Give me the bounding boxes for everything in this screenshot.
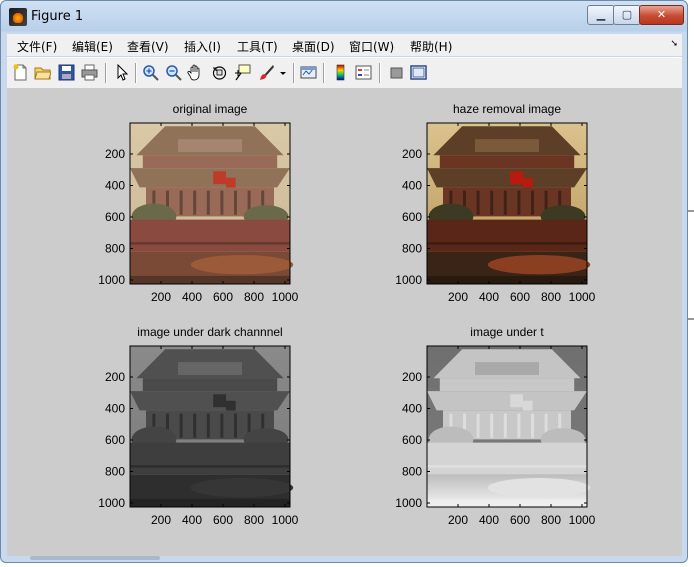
y-tick-label: 200 (105, 370, 125, 384)
y-tick-label: 800 (402, 465, 422, 479)
x-tick-label: 400 (182, 513, 202, 527)
x-tick-label: 400 (479, 513, 499, 527)
x-tick-label: 800 (244, 290, 264, 304)
x-tick-label: 400 (182, 290, 202, 304)
y-tick-label: 200 (402, 147, 422, 161)
y-tick-label: 1000 (98, 496, 125, 510)
subplot-axes[interactable]: image under t 200 400 600 800 1000 200 400 600 80… (395, 325, 595, 527)
x-tick-label: 1000 (569, 513, 596, 527)
x-tick-label: 600 (510, 513, 530, 527)
y-tick-label: 400 (105, 179, 125, 193)
subplot-image (427, 123, 591, 284)
y-tick-label: 200 (105, 147, 125, 161)
y-tick-label: 1000 (395, 496, 422, 510)
y-tick-label: 1000 (98, 273, 125, 287)
x-tick-label: 200 (448, 513, 468, 527)
subplot-image (130, 123, 294, 284)
x-tick-label: 800 (541, 513, 561, 527)
x-tick-label: 800 (244, 513, 264, 527)
x-tick-label: 600 (510, 290, 530, 304)
subplot-image (130, 346, 294, 507)
y-tick-label: 600 (105, 433, 125, 447)
y-tick-label: 600 (402, 433, 422, 447)
subplots-layer: original image 200 400 600 800 1000 200 400 600 8… (98, 102, 595, 527)
x-tick-label: 400 (479, 290, 499, 304)
subplot-axes[interactable]: haze removal image 200 400 600 800 1000 200 400… (395, 102, 595, 304)
y-tick-label: 800 (105, 465, 125, 479)
x-tick-label: 600 (213, 290, 233, 304)
subplot-image (427, 346, 591, 507)
y-tick-label: 600 (402, 210, 422, 224)
y-tick-label: 600 (105, 210, 125, 224)
x-tick-label: 1000 (569, 290, 596, 304)
x-tick-label: 600 (213, 513, 233, 527)
x-tick-label: 200 (151, 513, 171, 527)
x-tick-label: 1000 (272, 290, 299, 304)
y-tick-label: 800 (402, 242, 422, 256)
x-tick-label: 200 (448, 290, 468, 304)
x-tick-label: 200 (151, 290, 171, 304)
subplot-title: haze removal image (453, 102, 561, 116)
y-tick-label: 400 (402, 179, 422, 193)
y-tick-label: 400 (402, 402, 422, 416)
y-tick-label: 1000 (395, 273, 422, 287)
x-tick-label: 800 (541, 290, 561, 304)
subplot-axes[interactable]: image under dark channnel 200 400 600 800 100… (98, 325, 298, 527)
subplot-axes[interactable]: original image 200 400 600 800 1000 200 400 600 8… (98, 102, 298, 304)
y-tick-label: 200 (402, 370, 422, 384)
y-tick-label: 400 (105, 402, 125, 416)
y-tick-label: 800 (105, 242, 125, 256)
subplot-title: original image (173, 102, 248, 116)
subplot-title: image under dark channnel (137, 325, 282, 339)
x-tick-label: 1000 (272, 513, 299, 527)
subplot-title: image under t (470, 325, 544, 339)
